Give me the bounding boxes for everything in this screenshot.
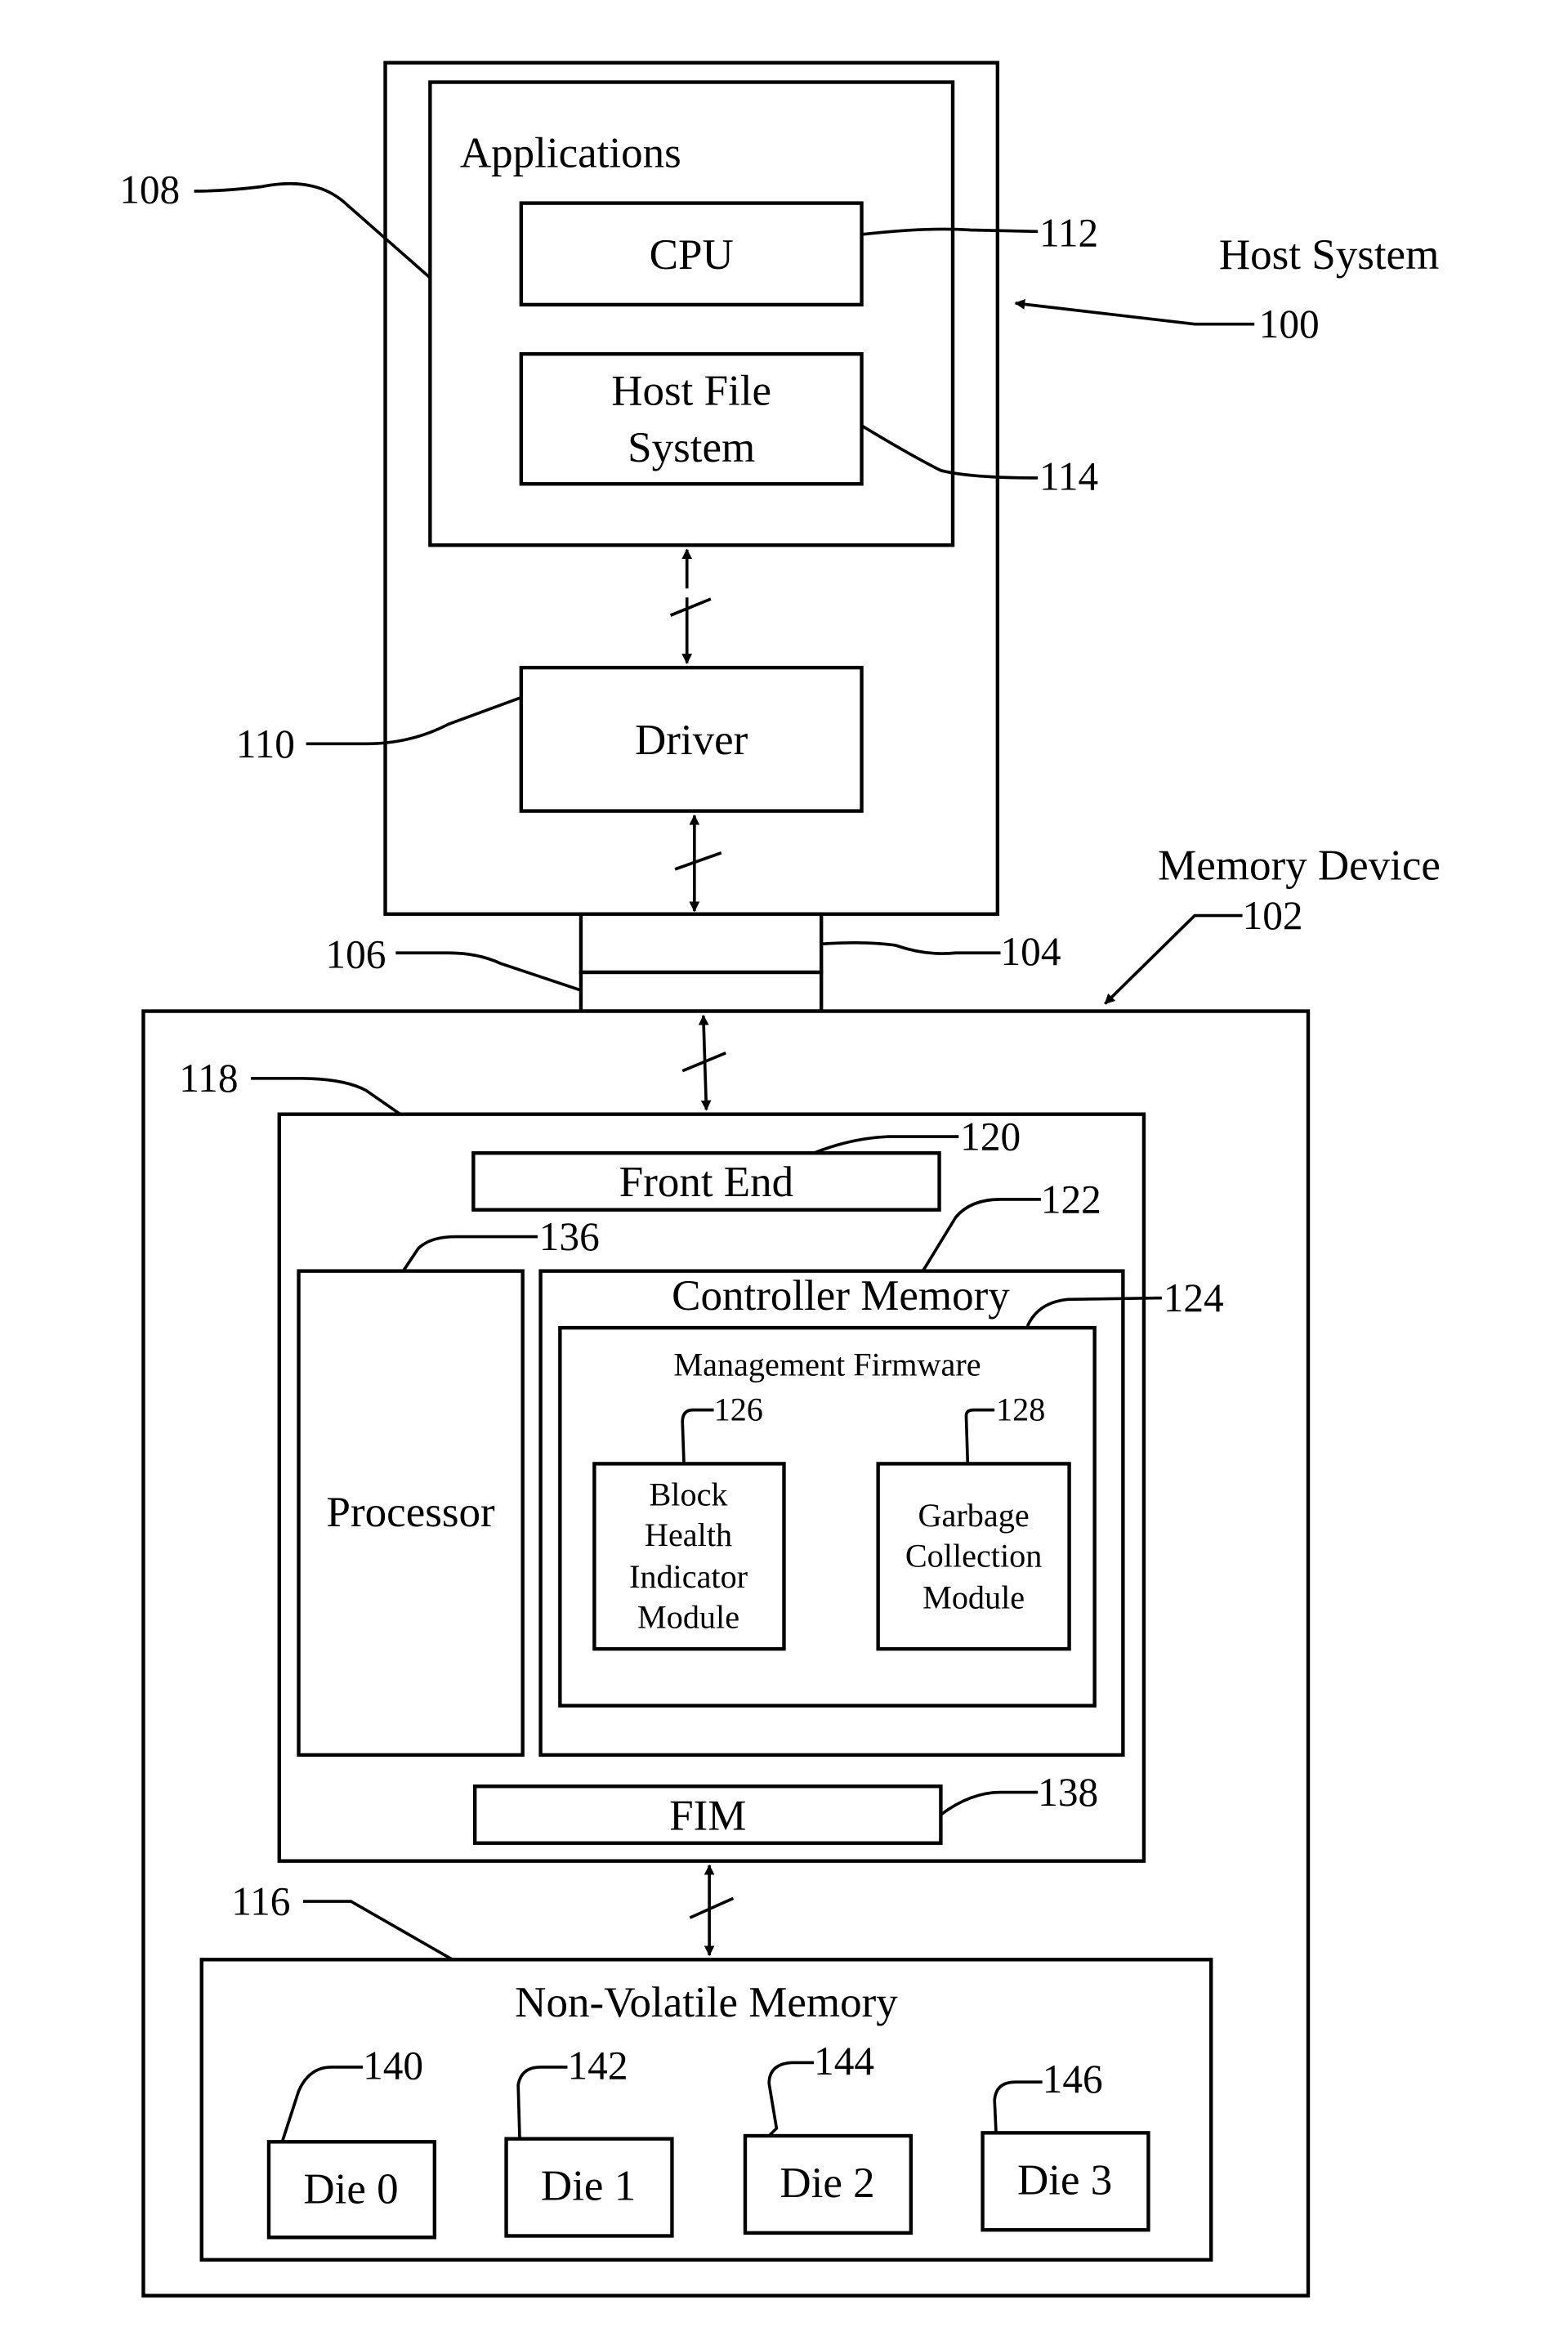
block-health-line-3: Indicator — [629, 1558, 748, 1595]
ref-146: 146 — [1043, 2057, 1103, 2101]
die-0-label: Die 0 — [303, 2165, 398, 2213]
applications-label: Applications — [460, 130, 681, 177]
host-system-leader-arrow — [1014, 299, 1255, 326]
ref-108: 108 — [119, 167, 180, 212]
die-2-label: Die 2 — [780, 2160, 874, 2207]
management-firmware-label: Management Firmware — [673, 1347, 981, 1383]
ref-100: 100 — [1259, 301, 1320, 346]
host-system-label: Host System — [1219, 231, 1439, 279]
ref-102: 102 — [1243, 893, 1303, 938]
block-health-line-4: Module — [637, 1598, 739, 1635]
memory-device-leader-arrow — [1104, 913, 1243, 1005]
block-health-line-1: Block — [650, 1476, 729, 1513]
block-health-line-2: Health — [645, 1516, 732, 1553]
ref-126: 126 — [714, 1391, 763, 1427]
processor-label: Processor — [327, 1489, 495, 1536]
ref-104: 104 — [1001, 929, 1061, 974]
host-interface-box — [579, 912, 824, 975]
garbage-collection-line-3: Module — [922, 1579, 1025, 1616]
ref-116: 116 — [231, 1878, 290, 1923]
ref-106: 106 — [325, 932, 386, 977]
ref-128: 128 — [996, 1391, 1045, 1427]
ref-124: 124 — [1164, 1275, 1224, 1320]
memory-device-block: Memory Device 102 118 Front End 120 Proc… — [141, 842, 1441, 2298]
driver-label: Driver — [635, 717, 748, 764]
fim-label: FIM — [669, 1792, 746, 1839]
die-1-label: Die 1 — [541, 2163, 636, 2210]
host-file-system-label-line1: Host File — [611, 367, 771, 414]
host-device-interface: 104 106 — [325, 912, 1061, 1013]
ref-120: 120 — [960, 1114, 1021, 1159]
die-3-label: Die 3 — [1017, 2156, 1112, 2204]
host-system-block: Host System 100 Applications 108 CPU 112… — [119, 60, 1439, 916]
ref-110: 110 — [236, 721, 295, 766]
ref-142: 142 — [567, 2043, 628, 2088]
device-interface-box — [579, 970, 824, 1013]
ref-136: 136 — [539, 1214, 600, 1259]
garbage-collection-line-1: Garbage — [918, 1497, 1030, 1534]
ref-144: 144 — [814, 2039, 874, 2084]
cpu-label: CPU — [650, 231, 734, 279]
ref-114: 114 — [1039, 454, 1098, 499]
ref-138: 138 — [1038, 1770, 1098, 1815]
ref-112: 112 — [1039, 211, 1098, 256]
ref-140: 140 — [363, 2043, 423, 2088]
host-interface-leader — [821, 940, 1001, 955]
memory-device-label: Memory Device — [1158, 842, 1441, 890]
front-end-label: Front End — [619, 1159, 793, 1206]
ref-122: 122 — [1041, 1177, 1101, 1222]
garbage-collection-line-2: Collection — [905, 1538, 1042, 1574]
memory-system-block-diagram: Host System 100 Applications 108 CPU 112… — [119, 60, 1441, 2298]
controller-memory-label: Controller Memory — [672, 1272, 1010, 1320]
ref-118: 118 — [179, 1056, 238, 1101]
device-interface-leader — [395, 951, 582, 992]
non-volatile-memory-label: Non-Volatile Memory — [515, 1979, 898, 2026]
host-file-system-label-line2: System — [628, 424, 755, 471]
